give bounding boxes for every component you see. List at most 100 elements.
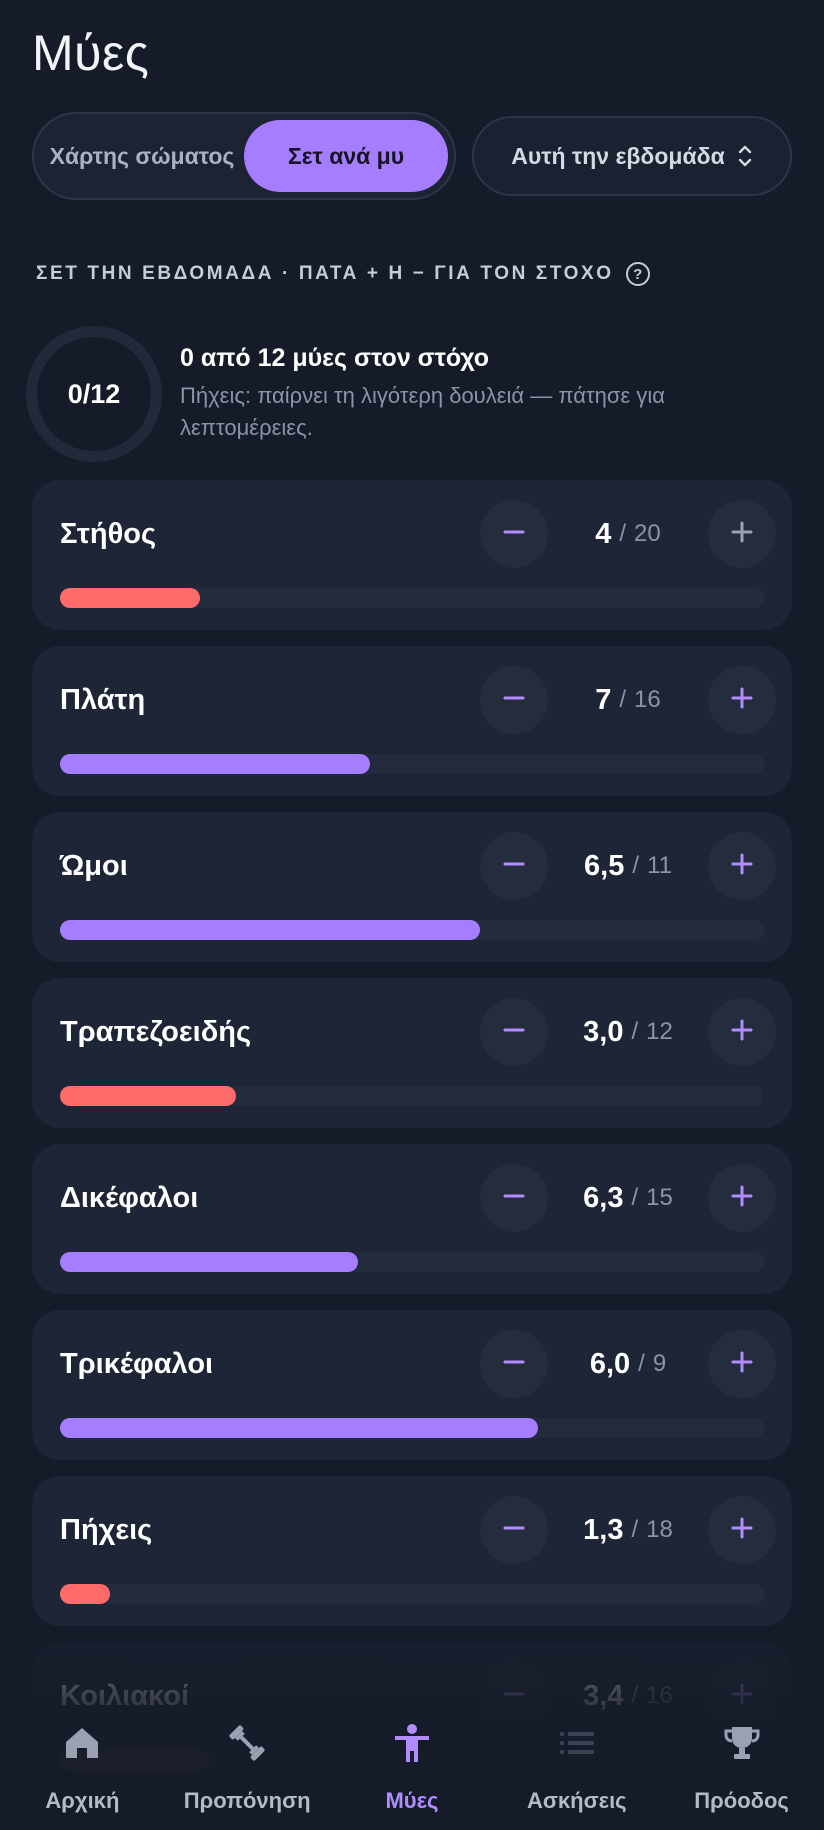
muscle-name: Πήχεις xyxy=(60,1514,153,1546)
muscle-name: Στήθος xyxy=(60,518,157,550)
increase-sets-button[interactable] xyxy=(708,998,776,1066)
progress-track xyxy=(60,1086,764,1106)
plus-icon xyxy=(729,1183,755,1214)
nav-exercises[interactable]: Ασκήσεις xyxy=(494,1700,659,1830)
progress-fill xyxy=(60,1584,110,1604)
section-label: ΣΕΤ ΤΗΝ ΕΒΔΟΜΑΔΑ · ΠΑΤΑ + Η − ΓΙΑ ΤΟΝ ΣΤ… xyxy=(36,262,650,286)
increase-sets-button[interactable] xyxy=(708,1496,776,1564)
sets-current: 6,0 xyxy=(589,1347,631,1380)
decrease-sets-button[interactable] xyxy=(480,500,548,568)
muscle-card[interactable]: Στήθος 4 / 20 xyxy=(32,480,792,630)
sets-count: 6,5 / 11 xyxy=(548,832,708,900)
sets-current: 4 xyxy=(595,517,612,550)
help-icon[interactable]: ? xyxy=(625,262,650,286)
progress-track xyxy=(60,588,764,608)
nav-workout[interactable]: Προπόνηση xyxy=(165,1700,330,1830)
decrease-sets-button[interactable] xyxy=(480,1496,548,1564)
sets-stepper: 1,3 / 18 xyxy=(480,1496,776,1564)
sets-current: 1,3 xyxy=(583,1513,624,1546)
decrease-sets-button[interactable] xyxy=(480,1164,548,1232)
sets-per-muscle-tab[interactable]: Σετ ανά μυ xyxy=(244,120,448,192)
chevron-updown-icon xyxy=(738,145,751,167)
muscle-name: Τραπεζοειδής xyxy=(60,1016,252,1048)
sets-stepper: 4 / 20 xyxy=(480,500,776,568)
list-icon xyxy=(556,1722,598,1770)
increase-sets-button[interactable] xyxy=(708,666,776,734)
nav-label: Αρχική xyxy=(45,1788,120,1813)
muscle-card[interactable]: Πήχεις 1,3 / 18 xyxy=(32,1476,792,1626)
progress-fill xyxy=(60,754,370,774)
sets-stepper: 6,0 / 9 xyxy=(480,1330,776,1398)
plus-icon xyxy=(729,1515,755,1546)
muscle-card[interactable]: Ώμοι 6,5 / 11 xyxy=(32,812,792,962)
person-icon xyxy=(391,1722,433,1770)
minus-icon xyxy=(501,1183,527,1214)
nav-label: Πρόοδος xyxy=(694,1788,789,1813)
sets-stepper: 6,3 / 15 xyxy=(480,1164,776,1232)
muscle-card[interactable]: Τραπεζοειδής 3,0 / 12 xyxy=(32,978,792,1128)
decrease-sets-button[interactable] xyxy=(480,666,548,734)
increase-sets-button[interactable] xyxy=(708,832,776,900)
progress-track xyxy=(60,1584,764,1604)
muscle-card[interactable]: Πλάτη 7 / 16 xyxy=(32,646,792,796)
goal-summary-subtitle: Πήχεις: παίρνει τη λιγότερη δουλειά — πά… xyxy=(180,383,665,440)
muscle-card[interactable]: Δικέφαλοι 6,3 / 15 xyxy=(32,1144,792,1294)
sets-target: 15 xyxy=(646,1184,673,1211)
period-label: Αυτή την εβδομάδα xyxy=(511,142,725,169)
bottom-nav: Αρχική Προπόνηση Μύες Ασκήσεις Πρόοδος xyxy=(0,1700,824,1830)
plus-icon xyxy=(729,851,755,882)
muscle-name: Τρικέφαλοι xyxy=(60,1348,214,1380)
trophy-icon xyxy=(721,1722,763,1770)
muscle-name: Πλάτη xyxy=(60,684,146,716)
sets-stepper: 7 / 16 xyxy=(480,666,776,734)
sets-count: 6,3 / 15 xyxy=(548,1164,708,1232)
muscle-card[interactable]: Τρικέφαλοι 6,0 / 9 xyxy=(32,1310,792,1460)
sets-current: 3,0 xyxy=(583,1015,624,1048)
sets-target: 11 xyxy=(647,852,672,879)
sets-separator: / xyxy=(619,520,627,547)
decrease-sets-button[interactable] xyxy=(480,832,548,900)
sets-stepper: 6,5 / 11 xyxy=(480,832,776,900)
period-select[interactable]: Αυτή την εβδομάδα xyxy=(472,116,792,196)
muscle-name: Ώμοι xyxy=(60,850,128,882)
minus-icon xyxy=(501,519,527,550)
nav-home[interactable]: Αρχική xyxy=(0,1700,165,1830)
page-title: Μύες xyxy=(32,25,150,81)
progress-fill xyxy=(60,1252,358,1272)
goal-summary[interactable]: 0/12 0 από 12 μύες στον στόχο Πήχεις: πα… xyxy=(26,326,806,462)
progress-fill xyxy=(60,588,200,608)
progress-fill xyxy=(60,1418,538,1438)
sets-current: 7 xyxy=(595,683,612,716)
sets-separator: / xyxy=(631,1184,639,1211)
minus-icon xyxy=(501,1349,527,1380)
minus-icon xyxy=(501,1515,527,1546)
increase-sets-button[interactable] xyxy=(708,1330,776,1398)
view-toggle: Χάρτης σώματος Σετ ανά μυ xyxy=(32,112,456,200)
sets-stepper: 3,0 / 12 xyxy=(480,998,776,1066)
body-map-tab[interactable]: Χάρτης σώματος xyxy=(34,120,242,192)
sets-current: 6,3 xyxy=(583,1181,624,1214)
dumbbell-icon xyxy=(226,1722,268,1770)
sets-count: 7 / 16 xyxy=(548,666,708,734)
sets-target: 16 xyxy=(634,686,661,713)
nav-progress[interactable]: Πρόοδος xyxy=(659,1700,824,1830)
muscle-name: Δικέφαλοι xyxy=(60,1182,199,1214)
sets-count: 1,3 / 18 xyxy=(548,1496,708,1564)
sets-target: 9 xyxy=(652,1350,667,1377)
nav-muscles[interactable]: Μύες xyxy=(330,1700,495,1830)
decrease-sets-button[interactable] xyxy=(480,998,548,1066)
plus-icon xyxy=(729,519,755,550)
progress-track xyxy=(60,1418,764,1438)
increase-sets-button[interactable] xyxy=(708,1164,776,1232)
home-icon xyxy=(61,1722,103,1770)
progress-fill xyxy=(60,920,480,940)
nav-label: Ασκήσεις xyxy=(526,1788,627,1813)
nav-label: Μύες xyxy=(385,1788,439,1813)
sets-current: 6,5 xyxy=(584,849,625,882)
sets-separator: / xyxy=(631,1516,639,1543)
sets-separator: / xyxy=(631,1018,639,1045)
decrease-sets-button[interactable] xyxy=(480,1330,548,1398)
plus-icon xyxy=(729,1017,755,1048)
sets-count: 6,0 / 9 xyxy=(548,1330,708,1398)
increase-sets-button[interactable] xyxy=(708,500,776,568)
